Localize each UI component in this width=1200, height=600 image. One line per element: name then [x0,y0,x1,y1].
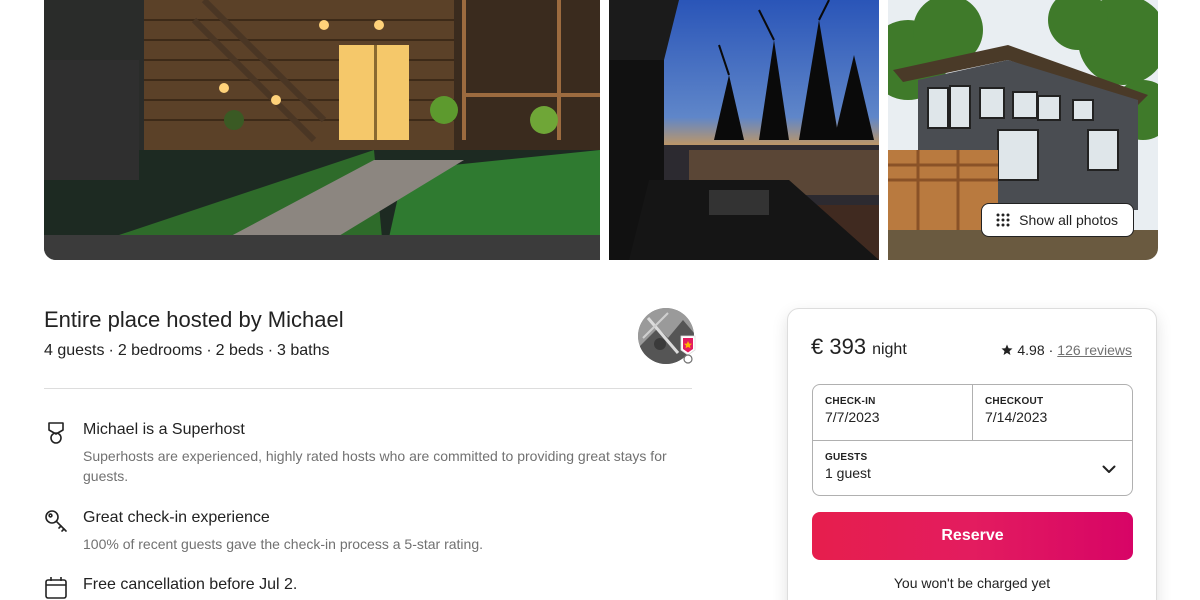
guests-select[interactable]: GUESTS 1 guest [813,441,1132,495]
reservation-picker: CHECK-IN 7/7/2023 CHECKOUT 7/14/2023 GUE… [812,384,1133,496]
superhost-medal-icon [48,422,64,444]
checkout-label: CHECKOUT [985,396,1044,407]
show-all-photos-label: Show all photos [1019,212,1118,228]
rating-value: 4.98 [1017,342,1045,358]
reserve-button[interactable]: Reserve [812,512,1133,560]
listing-host-title: Entire place hosted by Michael [44,307,344,332]
price-unit: night [872,341,907,358]
checkin-label: CHECK-IN [825,396,876,407]
listing-photo-exterior[interactable] [44,0,600,260]
reviews-link[interactable]: 126 reviews [1057,342,1132,358]
listing-rating: 4.98 · 126 reviews [1001,342,1132,358]
section-divider [44,388,692,389]
highlight-description: Superhosts are experienced, highly rated… [83,448,667,484]
price-amount: € 393 [811,334,867,359]
checkin-value: 7/7/2023 [825,409,880,425]
highlight-cancellation: Free cancellation before Jul 2. [44,576,704,600]
highlight-description: 100% of recent guests gave the check-in … [83,536,483,552]
baths-count: 3 baths [277,342,330,359]
checkout-value: 7/14/2023 [985,409,1048,425]
highlight-title: Free cancellation before Jul 2. [83,576,298,593]
booking-card: € 393 night 4.98 · 126 reviews CHECK-IN … [787,308,1157,600]
superhost-badge-icon [680,335,696,364]
guests-value: 1 guest [825,465,871,481]
bedrooms-count: 2 bedrooms [117,342,203,359]
highlight-superhost: Michael is a Superhost Superhosts are ex… [44,421,704,491]
star-icon [1001,344,1013,355]
nightly-price: € 393 night [811,334,907,360]
photo-gallery: Show all photos [44,0,1158,260]
guests-label: GUESTS [825,452,868,463]
highlight-checkin: Great check-in experience 100% of recent… [44,509,704,559]
chevron-down-icon[interactable] [1102,462,1116,476]
dots-grid-icon [996,213,1010,227]
listing-capacity-summary: 4 guests · 2 bedrooms · 2 beds · 3 baths [44,342,330,359]
checkout-date-field[interactable]: CHECKOUT 7/14/2023 [973,385,1132,441]
listing-photo-cabin[interactable]: Show all photos [888,0,1158,260]
calendar-icon [45,577,67,599]
highlight-title: Michael is a Superhost [83,421,245,438]
key-icon [45,510,67,532]
beds-count: 2 beds [215,342,264,359]
highlight-title: Great check-in experience [83,509,270,526]
show-all-photos-button[interactable]: Show all photos [981,203,1134,237]
guests-count: 4 guests [44,342,105,359]
no-charge-note: You won't be charged yet [893,575,1051,591]
rating-separator: · [1048,342,1054,358]
checkin-date-field[interactable]: CHECK-IN 7/7/2023 [813,385,973,441]
listing-photo-sunset[interactable] [609,0,879,260]
